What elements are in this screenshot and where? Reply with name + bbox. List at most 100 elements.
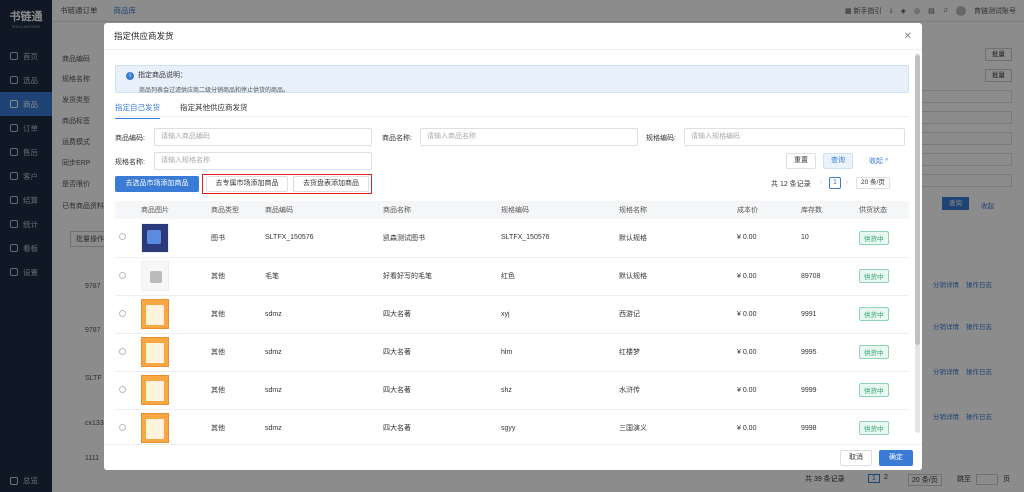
info-alert: i 指定商品说明： 商品列表会过滤供应商二级分销商品和停止供货的商品。: [115, 65, 909, 94]
cell-name: 四大名著: [383, 349, 411, 356]
cell-cost: ¥ 0.00: [737, 234, 757, 242]
dialog-total: 共 12 条记录: [771, 181, 811, 188]
col-status: 供货状态: [859, 207, 887, 214]
cell-cost: ¥ 0.00: [737, 348, 757, 356]
cell-cost: ¥ 0.00: [737, 386, 757, 394]
row-radio[interactable]: [119, 385, 126, 393]
table-row[interactable]: 其他 sdmz 四大名著 sgyy 三国演义 ¥ 0.00 9998 供货中: [115, 409, 909, 447]
chevron-up-icon: ^: [884, 158, 889, 165]
close-icon[interactable]: ✕: [904, 31, 912, 42]
product-image: [141, 299, 169, 329]
status-badge: 供货中: [859, 307, 889, 321]
product-image: [141, 337, 169, 367]
add-from-market-button[interactable]: 去选品市场添加商品: [115, 176, 199, 192]
reset-button[interactable]: 重置: [786, 153, 816, 169]
cell-stock: 89708: [801, 272, 821, 280]
col-image: 商品图片: [141, 207, 169, 214]
cell-stock: 10: [801, 234, 809, 242]
add-from-stock-button[interactable]: 去货盘表添加商品: [293, 176, 369, 192]
cell-cost: ¥ 0.00: [737, 272, 757, 280]
tab-divider: [115, 116, 909, 117]
query-button[interactable]: 查询: [823, 153, 853, 169]
spec-code-label: 规格编码:: [646, 135, 676, 142]
cell-type: 其他: [211, 273, 225, 280]
cell-spec-name: 红楼梦: [619, 349, 640, 356]
spec-code-input[interactable]: 请输入规格编码: [684, 128, 905, 146]
cell-type: 其他: [211, 387, 225, 394]
add-from-exclusive-button[interactable]: 去专属市场添加商品: [206, 176, 288, 192]
product-image: [141, 413, 169, 443]
col-spec-code: 规格编码: [501, 207, 529, 214]
status-badge: 供货中: [859, 230, 889, 245]
info-text: 商品列表会过滤供应商二级分销商品和停止供货的商品。: [139, 88, 290, 94]
spec-name-label: 规格名称:: [115, 159, 145, 166]
code-label: 商品编码:: [115, 135, 145, 142]
table-row[interactable]: 其他 sdmz 四大名著 xyj 西游记 ¥ 0.00 9991 供货中: [115, 295, 909, 333]
cell-name: 四大名著: [383, 387, 411, 394]
dialog-title: 指定供应商发货: [114, 31, 174, 41]
cell-spec-code: sgyy: [501, 424, 516, 432]
product-name-input[interactable]: 请输入商品名称: [420, 128, 638, 146]
cell-name: 凯森测试图书: [383, 234, 425, 242]
col-stock: 库存数: [801, 207, 822, 214]
col-type: 商品类型: [211, 207, 239, 214]
cell-name: 四大名著: [383, 425, 411, 432]
cell-stock: 9998: [801, 424, 817, 432]
product-image: [141, 261, 169, 291]
status-badge: 供货中: [859, 383, 889, 397]
cell-type: 其他: [211, 425, 225, 432]
col-spec-name: 规格名称: [619, 207, 647, 214]
cell-code: sdmz: [265, 348, 282, 356]
info-icon: i: [126, 72, 134, 80]
cell-spec-code: SLTFX_150576: [501, 234, 550, 242]
cell-name: 四大名著: [383, 311, 411, 318]
dialog-scroll-thumb[interactable]: [915, 55, 920, 345]
cell-spec-name: 默认规格: [619, 234, 647, 242]
spec-name-input[interactable]: 请输入规格名称: [154, 152, 372, 170]
col-name: 商品名称: [383, 207, 411, 214]
product-table: 商品图片 商品类型 商品编码 商品名称 规格编码 规格名称 成本价 库存数 供货…: [115, 201, 909, 448]
page-size-select[interactable]: 20 条/页: [856, 177, 890, 189]
page-1[interactable]: 1: [829, 177, 841, 189]
product-image: [141, 375, 169, 405]
row-radio[interactable]: [119, 271, 126, 279]
status-badge: 供货中: [859, 345, 889, 359]
cell-spec-code: xyj: [501, 310, 510, 318]
cell-spec-name: 三国演义: [619, 425, 647, 432]
name-label: 商品名称:: [382, 135, 412, 142]
table-row[interactable]: 图书 SLTFX_150576 凯森测试图书 SLTFX_150576 默认规格…: [115, 219, 909, 257]
row-radio[interactable]: [119, 423, 126, 431]
table-row[interactable]: 其他 sdmz 四大名著 hlm 红楼梦 ¥ 0.00 9995 供货中: [115, 333, 909, 371]
cell-spec-code: hlm: [501, 348, 513, 356]
cell-stock: 9991: [801, 310, 817, 318]
cell-spec-code: 红色: [501, 273, 515, 280]
cell-spec-name: 西游记: [619, 311, 640, 318]
next-page-icon[interactable]: ›: [846, 179, 848, 186]
cell-type: 其他: [211, 311, 225, 318]
product-code-input[interactable]: 请输入商品编码: [154, 128, 372, 146]
status-badge: 供货中: [859, 269, 889, 283]
cell-spec-code: shz: [501, 386, 512, 394]
cancel-button[interactable]: 取消: [840, 450, 872, 466]
cell-spec-name: 水浒传: [619, 387, 640, 394]
row-radio[interactable]: [119, 347, 126, 355]
cell-code: 毛笔: [265, 273, 279, 280]
cell-cost: ¥ 0.00: [737, 310, 757, 318]
confirm-button[interactable]: 确定: [879, 450, 913, 466]
cell-code: SLTFX_150576: [265, 234, 314, 242]
dialog-header: 指定供应商发货 ✕: [104, 23, 922, 50]
dialog-footer: 取消 确定: [104, 444, 922, 470]
table-row[interactable]: 其他 毛笔 好看好写的毛笔 红色 默认规格 ¥ 0.00 89708 供货中: [115, 257, 909, 295]
status-badge: 供货中: [859, 421, 889, 435]
assign-supplier-dialog: 指定供应商发货 ✕ i 指定商品说明： 商品列表会过滤供应商二级分销商品和停止供货…: [104, 23, 922, 470]
table-row[interactable]: 其他 sdmz 四大名著 shz 水浒传 ¥ 0.00 9999 供货中: [115, 371, 909, 409]
product-image: [141, 222, 169, 253]
row-radio[interactable]: [119, 233, 126, 241]
col-cost: 成本价: [737, 207, 758, 214]
col-code: 商品编码: [265, 207, 293, 214]
collapse-link[interactable]: 收起 ^: [869, 156, 888, 166]
cell-spec-name: 默认规格: [619, 273, 647, 280]
prev-page-icon[interactable]: ‹: [820, 179, 822, 186]
cell-type: 图书: [211, 234, 225, 242]
row-radio[interactable]: [119, 309, 126, 317]
